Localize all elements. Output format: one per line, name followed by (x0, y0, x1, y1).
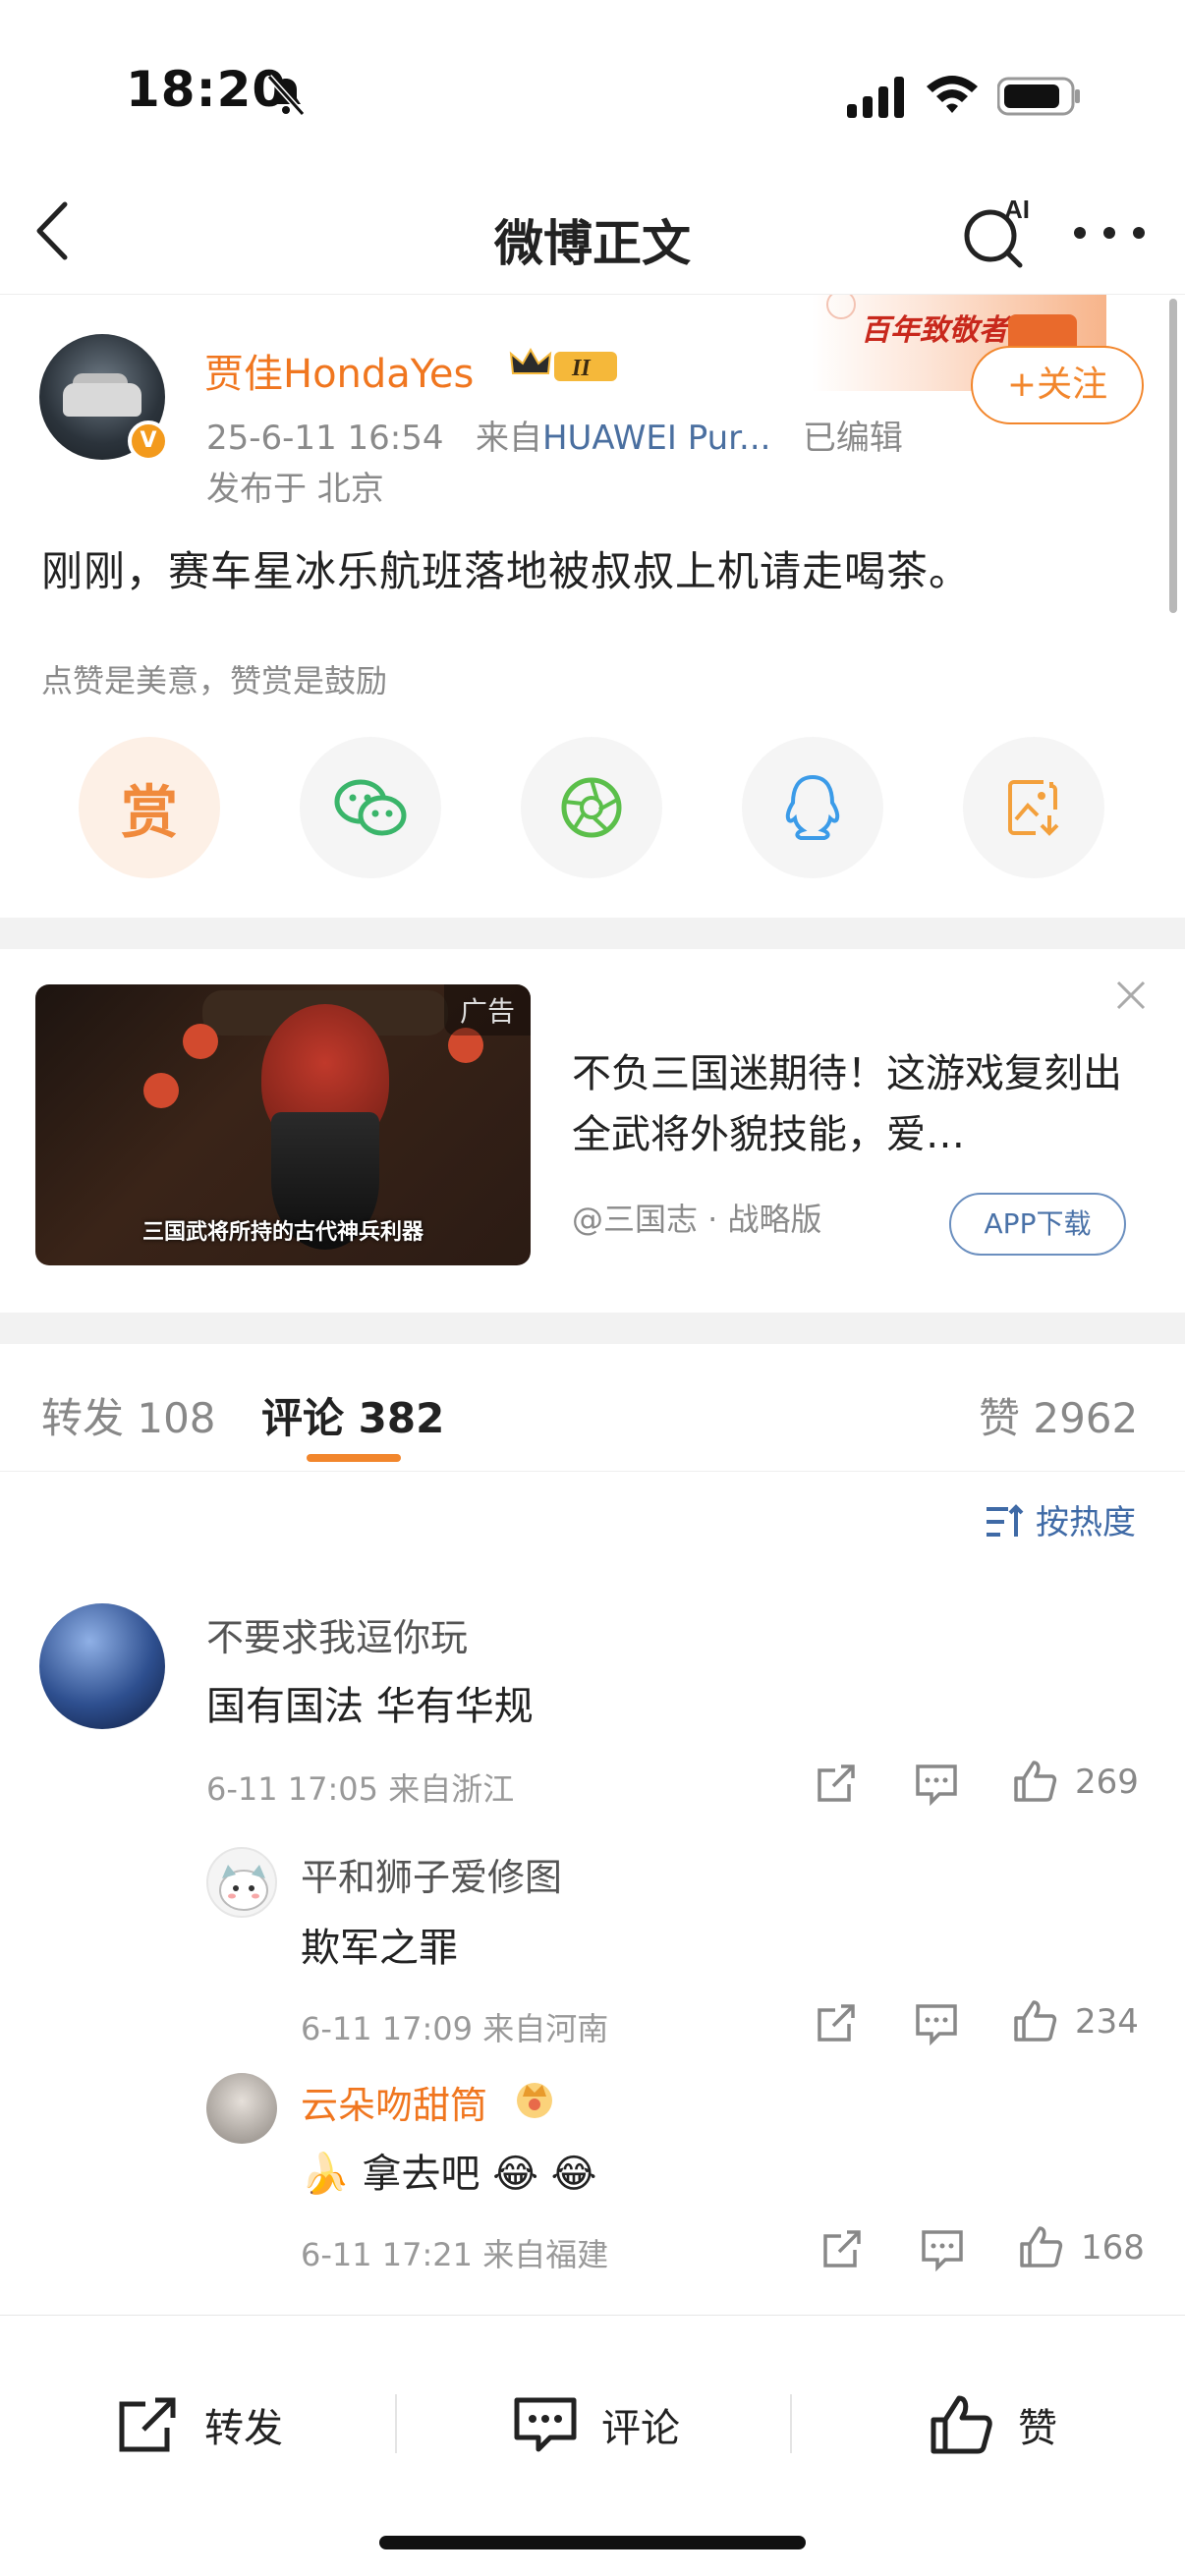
like-icon (931, 2395, 992, 2454)
repost-icon[interactable] (814, 2000, 859, 2045)
repost-icon[interactable] (814, 1761, 859, 1806)
tab-likes[interactable]: 赞 2962 (979, 1385, 1138, 1445)
reward-hint: 点赞是美意，赞赏是鼓励 (41, 662, 388, 700)
vip-crown-icon: II (509, 347, 617, 381)
sort-by-hot[interactable]: 按热度 (1036, 1495, 1136, 1543)
repost-icon (119, 2397, 176, 2452)
edited-label[interactable]: 已编辑 (803, 419, 903, 458)
like-icon[interactable] (1012, 1998, 1057, 2044)
save-image-icon (1008, 780, 1059, 836)
app-download-button[interactable]: APP下载 (949, 1193, 1126, 1256)
post-meta: 25-6-11 16:54 来自HUAWEI Pur... 已编辑 (206, 411, 903, 459)
source-prefix: 来自 (475, 419, 542, 458)
tab-comments[interactable]: 评论 382 (261, 1385, 444, 1445)
reply-meta: 6-11 17:09 来自河南 (301, 2010, 609, 2047)
nav-bar: 微博正文 AI (0, 167, 1185, 295)
reply-like-count: 168 (1081, 2228, 1145, 2268)
follow-button[interactable]: +关注 (971, 346, 1144, 424)
svg-text:百年致敬者: 百年致敬者 (861, 313, 1012, 348)
tab-indicator (307, 1454, 401, 1462)
comment-icon (514, 2397, 577, 2452)
repost-button[interactable]: 转发 (116, 2394, 283, 2455)
bottom-action-bar: 转发 评论 赞 (0, 2315, 1185, 2576)
home-indicator[interactable] (379, 2536, 806, 2549)
share-wechat-button[interactable] (300, 737, 441, 878)
comment-label: 评论 (601, 2406, 680, 2451)
tab-reposts[interactable]: 转发 108 (41, 1385, 216, 1445)
ad-image[interactable]: 广告 三国武将所持的古代神兵利器 (35, 984, 531, 1265)
close-icon[interactable] (1114, 979, 1148, 1012)
section-divider (0, 918, 1185, 949)
scrollbar[interactable] (1169, 299, 1177, 613)
comment-author[interactable]: 不要求我逗你玩 (206, 1607, 468, 1661)
ad-source[interactable]: @三国志 · 战略版 (572, 1195, 822, 1240)
reply-author[interactable]: 云朵吻甜筒 (301, 2075, 487, 2129)
share-qq-button[interactable] (742, 737, 883, 878)
wifi-icon (927, 76, 978, 113)
like-label: 赞 (1018, 2406, 1057, 2451)
reply-text: 欺军之罪 (301, 1926, 458, 1971)
comment-avatar[interactable] (39, 1603, 165, 1729)
svg-text:II: II (571, 356, 592, 381)
tab-bar: 转发 108 评论 382 赞 2962 (0, 1344, 1185, 1472)
ai-search-icon[interactable]: AI (959, 193, 1038, 271)
like-icon[interactable] (1018, 2224, 1063, 2269)
repost-icon[interactable] (819, 2226, 865, 2271)
share-moments-button[interactable] (521, 737, 662, 878)
ad-title[interactable]: 不负三国迷期待！这游戏复刻出全武将外貌技能，爱… (572, 1043, 1122, 1165)
save-image-button[interactable] (963, 737, 1104, 878)
verified-icon: V (128, 420, 169, 462)
like-icon[interactable] (1012, 1759, 1057, 1804)
comment-text: 国有国法 华有华规 (206, 1684, 534, 1729)
comment-button[interactable]: 评论 (513, 2394, 680, 2455)
post-datetime: 25-6-11 16:54 (206, 419, 444, 458)
post-location: 发布于 北京 (206, 470, 384, 509)
reply-meta: 6-11 17:21 来自福建 (301, 2236, 609, 2273)
reward-icon: 赏 (120, 779, 178, 846)
reward-button[interactable]: 赏 (79, 737, 220, 878)
separator (395, 2394, 397, 2453)
like-button[interactable]: 赞 (930, 2394, 1057, 2455)
post-source[interactable]: HUAWEI Pur... (542, 419, 771, 458)
bell-off-icon (266, 74, 306, 117)
share-row: 赏 (0, 737, 1185, 884)
reply-like-count: 234 (1075, 2002, 1139, 2042)
status-bar: 18:20 (0, 0, 1185, 167)
wechat-icon (334, 779, 407, 836)
comment-like-count: 269 (1075, 1763, 1139, 1802)
sort-icon[interactable] (985, 1503, 1024, 1540)
comment-icon[interactable] (914, 2000, 959, 2045)
qq-icon (785, 774, 840, 840)
author-name[interactable]: 贾佳HondaYes (204, 342, 474, 399)
ad-tag: 广告 (443, 984, 531, 1036)
svg-text:AI: AI (1004, 195, 1030, 224)
more-icon[interactable] (1073, 226, 1146, 240)
separator (790, 2394, 792, 2453)
reply-avatar[interactable] (206, 2073, 277, 2144)
comment-icon[interactable] (914, 1761, 959, 1806)
section-divider (0, 1313, 1185, 1344)
comment-icon[interactable] (920, 2226, 965, 2271)
reply-author[interactable]: 平和狮子爱修图 (301, 1847, 562, 1901)
battery-icon (997, 77, 1080, 116)
ad-caption: 三国武将所持的古代神兵利器 (141, 1220, 423, 1245)
post-text: 刚刚，赛车星冰乐航班落地被叔叔上机请走喝茶。 (41, 547, 972, 595)
ad-card[interactable]: 广告 三国武将所持的古代神兵利器 不负三国迷期待！这游戏复刻出全武将外貌技能，爱… (0, 949, 1185, 1313)
reply-text: 🍌 拿去吧 😂 😂 (301, 2152, 597, 2197)
comment-meta: 6-11 17:05 来自浙江 (206, 1770, 515, 1808)
reply-avatar[interactable] (206, 1847, 277, 1918)
signal-icon (847, 77, 904, 118)
fan-badge-icon (517, 2083, 552, 2118)
repost-label: 转发 (204, 2406, 283, 2451)
moments-icon (561, 777, 622, 838)
